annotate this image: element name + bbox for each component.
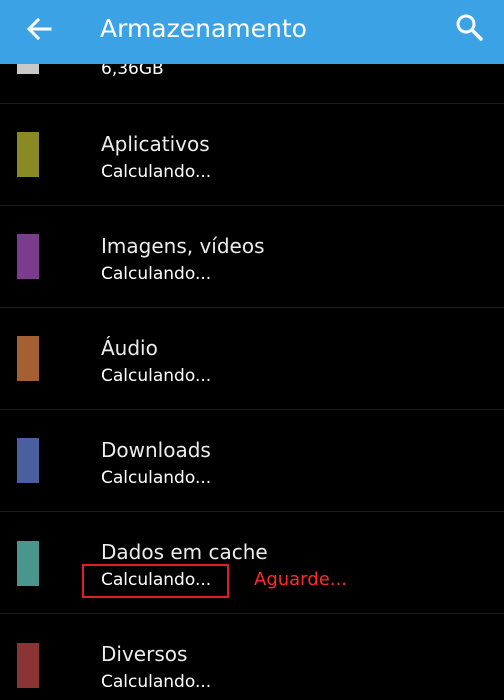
audio-label: Áudio (101, 336, 158, 360)
misc-color-swatch (17, 643, 39, 688)
storage-row-audio[interactable]: Áudio Calculando... (0, 308, 504, 410)
storage-row-apps[interactable]: Aplicativos Calculando... (0, 104, 504, 206)
storage-row-downloads[interactable]: Downloads Calculando... (0, 410, 504, 512)
annotation-highlight-box (82, 564, 229, 598)
storage-row-images-videos[interactable]: Imagens, vídeos Calculando... (0, 206, 504, 308)
images-videos-label: Imagens, vídeos (101, 234, 265, 258)
annotation-text: Aguarde... (254, 569, 347, 590)
storage-row-misc[interactable]: Diversos Calculando... (0, 614, 504, 700)
audio-value: Calculando... (101, 366, 212, 386)
images-videos-value: Calculando... (101, 264, 212, 284)
page-title: Armazenamento (100, 14, 307, 43)
misc-label: Diversos (101, 642, 188, 666)
downloads-color-swatch (17, 438, 39, 483)
storage-screen: 6,36GB Aplicativos Calculando... Imagens… (0, 0, 504, 700)
arrow-left-icon[interactable] (24, 14, 54, 44)
search-icon[interactable] (454, 12, 486, 44)
images-videos-color-swatch (17, 234, 39, 279)
downloads-value: Calculando... (101, 468, 212, 488)
audio-color-swatch (17, 336, 39, 381)
app-bar: Armazenamento (0, 0, 504, 64)
cache-label: Dados em cache (101, 540, 268, 564)
apps-color-swatch (17, 132, 39, 177)
misc-value: Calculando... (101, 672, 212, 692)
downloads-label: Downloads (101, 438, 211, 462)
apps-label: Aplicativos (101, 132, 210, 156)
apps-value: Calculando... (101, 162, 212, 182)
storage-list: 6,36GB Aplicativos Calculando... Imagens… (0, 0, 504, 700)
storage-row-cache[interactable]: Dados em cache Calculando... (0, 512, 504, 614)
cache-color-swatch (17, 541, 39, 586)
